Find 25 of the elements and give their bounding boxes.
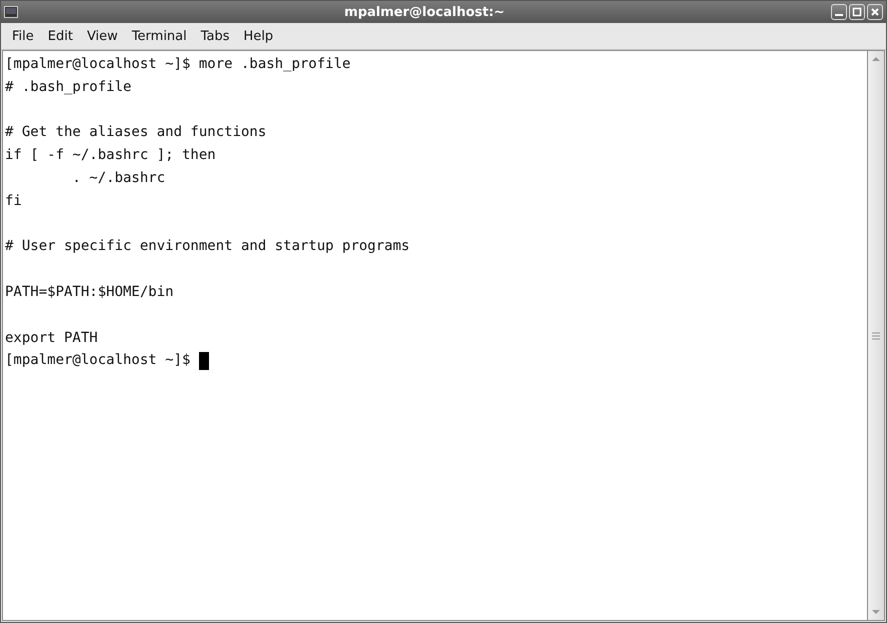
terminal-icon xyxy=(4,6,18,18)
menu-item[interactable]: File xyxy=(5,26,41,46)
terminal-line: # .bash_profile xyxy=(5,78,132,97)
maximize-icon xyxy=(852,7,862,17)
menu-item[interactable]: Tabs xyxy=(194,26,237,46)
terminal-line: PATH=$PATH:$HOME/bin xyxy=(5,282,174,302)
terminal-line: # Get the aliases and functions xyxy=(5,123,266,142)
terminal-line: [mpalmer@localhost ~]$ more .bash_profile xyxy=(5,55,351,74)
maximize-button[interactable] xyxy=(849,4,865,20)
close-button[interactable] xyxy=(867,4,883,20)
terminal-line: [mpalmer@localhost ~]$ xyxy=(5,351,192,370)
terminal-line: export PATH xyxy=(5,328,98,348)
menu-item[interactable]: Edit xyxy=(40,26,80,46)
menu-item[interactable]: Help xyxy=(236,26,280,46)
window-title: mpalmer@localhost:~ xyxy=(343,4,506,20)
terminal-line: fi xyxy=(5,192,22,211)
grip-icon xyxy=(871,332,881,340)
terminal-line: if [ -f ~/.bashrc ]; then xyxy=(5,146,216,166)
terminal-line: # User specific environment and startup programs xyxy=(5,237,410,256)
menu-item[interactable]: View xyxy=(80,26,125,46)
close-icon xyxy=(870,7,880,17)
minimize-icon xyxy=(835,14,843,16)
terminal-line: . ~/.bashrc xyxy=(71,168,166,188)
minimize-button[interactable] xyxy=(831,4,847,20)
menu-item[interactable]: Terminal xyxy=(124,26,194,46)
